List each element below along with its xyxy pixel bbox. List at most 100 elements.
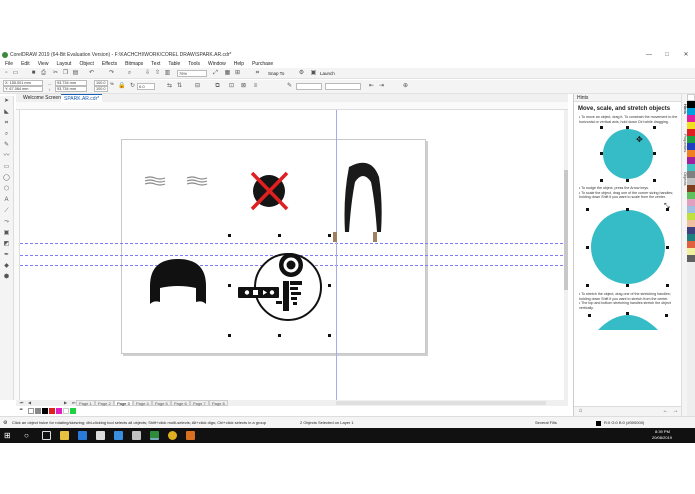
- menu-effects[interactable]: Effects: [102, 61, 117, 67]
- freehand-tool-icon[interactable]: ✎: [3, 142, 10, 149]
- smart-fill-icon[interactable]: ⬢: [3, 274, 10, 281]
- long-hair-graphic[interactable]: [333, 162, 382, 242]
- palette-swatch[interactable]: [687, 157, 695, 164]
- parallel-dimension-icon[interactable]: ⟋: [3, 208, 10, 215]
- drop-shadow-icon[interactable]: ▣: [3, 230, 10, 237]
- text-tool-icon[interactable]: A: [3, 197, 10, 204]
- minimize-button[interactable]: —: [640, 50, 658, 60]
- prev-page-icon[interactable]: ◀: [26, 399, 33, 406]
- ellipse-tool-icon[interactable]: ◯: [3, 175, 10, 182]
- swatch-green[interactable]: [70, 408, 76, 414]
- clock-date[interactable]: 20/08/2019: [652, 435, 672, 440]
- page-tab-8[interactable]: Page 8: [209, 400, 228, 406]
- eyedropper-icon[interactable]: ✒: [3, 252, 10, 259]
- page-tab-5[interactable]: Page 5: [152, 400, 171, 406]
- canvas-vertical-scrollbar[interactable]: [564, 110, 568, 400]
- palette-swatch[interactable]: [687, 178, 695, 185]
- options-gear-icon[interactable]: ⚙: [298, 70, 305, 77]
- palette-swatch[interactable]: [687, 220, 695, 227]
- pick-tool-icon[interactable]: ➤: [3, 98, 10, 105]
- palette-swatch[interactable]: [687, 94, 695, 101]
- import-icon[interactable]: ⇩: [144, 70, 151, 77]
- page-tab-4[interactable]: Page 4: [133, 400, 152, 406]
- artistic-media-icon[interactable]: 〰: [3, 153, 10, 160]
- menu-bitmaps[interactable]: Bitmaps: [125, 61, 143, 67]
- interactive-fill-icon[interactable]: ◆: [3, 263, 10, 270]
- rectangle-tool-icon[interactable]: ▭: [3, 164, 10, 171]
- palette-swatch[interactable]: [687, 136, 695, 143]
- menu-window[interactable]: Window: [208, 61, 226, 67]
- cut-icon[interactable]: ✂: [52, 70, 59, 77]
- arrow-start-icon[interactable]: ⇤: [368, 83, 375, 90]
- save-icon[interactable]: ■: [30, 70, 37, 77]
- ungroup-icon[interactable]: ⊠: [240, 83, 247, 90]
- palette-swatch[interactable]: [687, 241, 695, 248]
- menu-view[interactable]: View: [38, 61, 49, 67]
- redo-icon[interactable]: ↷: [108, 70, 115, 77]
- swatch-black[interactable]: [42, 408, 48, 414]
- menu-tools[interactable]: Tools: [188, 61, 200, 67]
- selection-handle-middle-left[interactable]: [228, 284, 231, 287]
- photos-icon[interactable]: [132, 431, 141, 440]
- short-hair-graphic[interactable]: [150, 259, 206, 304]
- illustrator-icon[interactable]: [186, 431, 195, 440]
- swatch-none[interactable]: [28, 408, 34, 414]
- crossed-circle-graphic[interactable]: [250, 171, 289, 211]
- clock-time[interactable]: 8:39 PM: [655, 429, 670, 434]
- palette-swatch[interactable]: [687, 248, 695, 255]
- hints-forward-icon[interactable]: →: [672, 408, 679, 415]
- palette-swatch[interactable]: [687, 206, 695, 213]
- chrome-icon[interactable]: [168, 431, 177, 440]
- y-position-field[interactable]: Y: 67.064 mm: [3, 86, 43, 92]
- page-tab-3[interactable]: Page 3: [114, 400, 133, 406]
- swatch-white[interactable]: [63, 408, 69, 414]
- palette-swatch[interactable]: [687, 227, 695, 234]
- arrow-end-icon[interactable]: ⇥: [378, 83, 385, 90]
- zoom-tool-icon[interactable]: ⌕: [3, 131, 10, 138]
- show-rulers-icon[interactable]: ▦: [224, 70, 231, 77]
- selection-handle-bottom-right[interactable]: [328, 334, 331, 337]
- wavy-lines-graphic-2[interactable]: [186, 176, 208, 186]
- launch-icon[interactable]: ▣: [310, 70, 317, 77]
- store-icon[interactable]: [96, 431, 105, 440]
- selection-handle-top-center[interactable]: [278, 234, 281, 237]
- mail-icon[interactable]: [114, 431, 123, 440]
- hints-home-icon[interactable]: ⌂: [577, 408, 584, 415]
- new-document-icon[interactable]: ▫: [3, 70, 10, 77]
- palette-swatch[interactable]: [687, 115, 695, 122]
- menu-file[interactable]: File: [5, 61, 13, 67]
- search-icon[interactable]: ○: [24, 431, 29, 440]
- palette-swatch[interactable]: [687, 122, 695, 129]
- menu-purchase[interactable]: Purchase: [252, 61, 273, 67]
- height-field[interactable]: 93.734 mm: [55, 86, 87, 92]
- palette-swatch[interactable]: [687, 234, 695, 241]
- selection-handle-middle-right[interactable]: [328, 284, 331, 287]
- transparency-icon[interactable]: ◩: [3, 241, 10, 248]
- palette-swatch[interactable]: [687, 192, 695, 199]
- search-content-icon[interactable]: ⌕: [126, 70, 133, 77]
- hints-back-icon[interactable]: ←: [662, 408, 669, 415]
- palette-swatch[interactable]: [687, 129, 695, 136]
- swatch-magenta[interactable]: [56, 408, 62, 414]
- page-tab-7[interactable]: Page 7: [190, 400, 209, 406]
- menu-layout[interactable]: Layout: [56, 61, 71, 67]
- palette-swatch[interactable]: [687, 213, 695, 220]
- tab-welcome-screen[interactable]: Welcome Screen: [20, 94, 64, 102]
- palette-swatch[interactable]: [687, 171, 695, 178]
- snap-to-dropdown[interactable]: Snap To: [268, 71, 284, 76]
- wavy-lines-graphic-1[interactable]: [144, 176, 166, 186]
- palette-swatch[interactable]: [687, 150, 695, 157]
- open-icon[interactable]: ▭: [12, 70, 19, 77]
- page-tab-2[interactable]: Page 2: [95, 400, 114, 406]
- palette-swatch[interactable]: [687, 199, 695, 206]
- zoom-level-select[interactable]: 75%: [177, 70, 207, 77]
- scrollbar-thumb[interactable]: [564, 170, 568, 290]
- palette-swatch[interactable]: [687, 108, 695, 115]
- page-tab-6[interactable]: Page 6: [171, 400, 190, 406]
- menu-table[interactable]: Table: [168, 61, 180, 67]
- line-style-select[interactable]: [325, 83, 361, 90]
- print-icon[interactable]: ⎙: [40, 70, 47, 77]
- horizontal-ruler[interactable]: [16, 102, 568, 110]
- rotation-angle-field[interactable]: 0.0: [137, 83, 155, 90]
- wrap-text-icon[interactable]: ≡: [252, 83, 259, 90]
